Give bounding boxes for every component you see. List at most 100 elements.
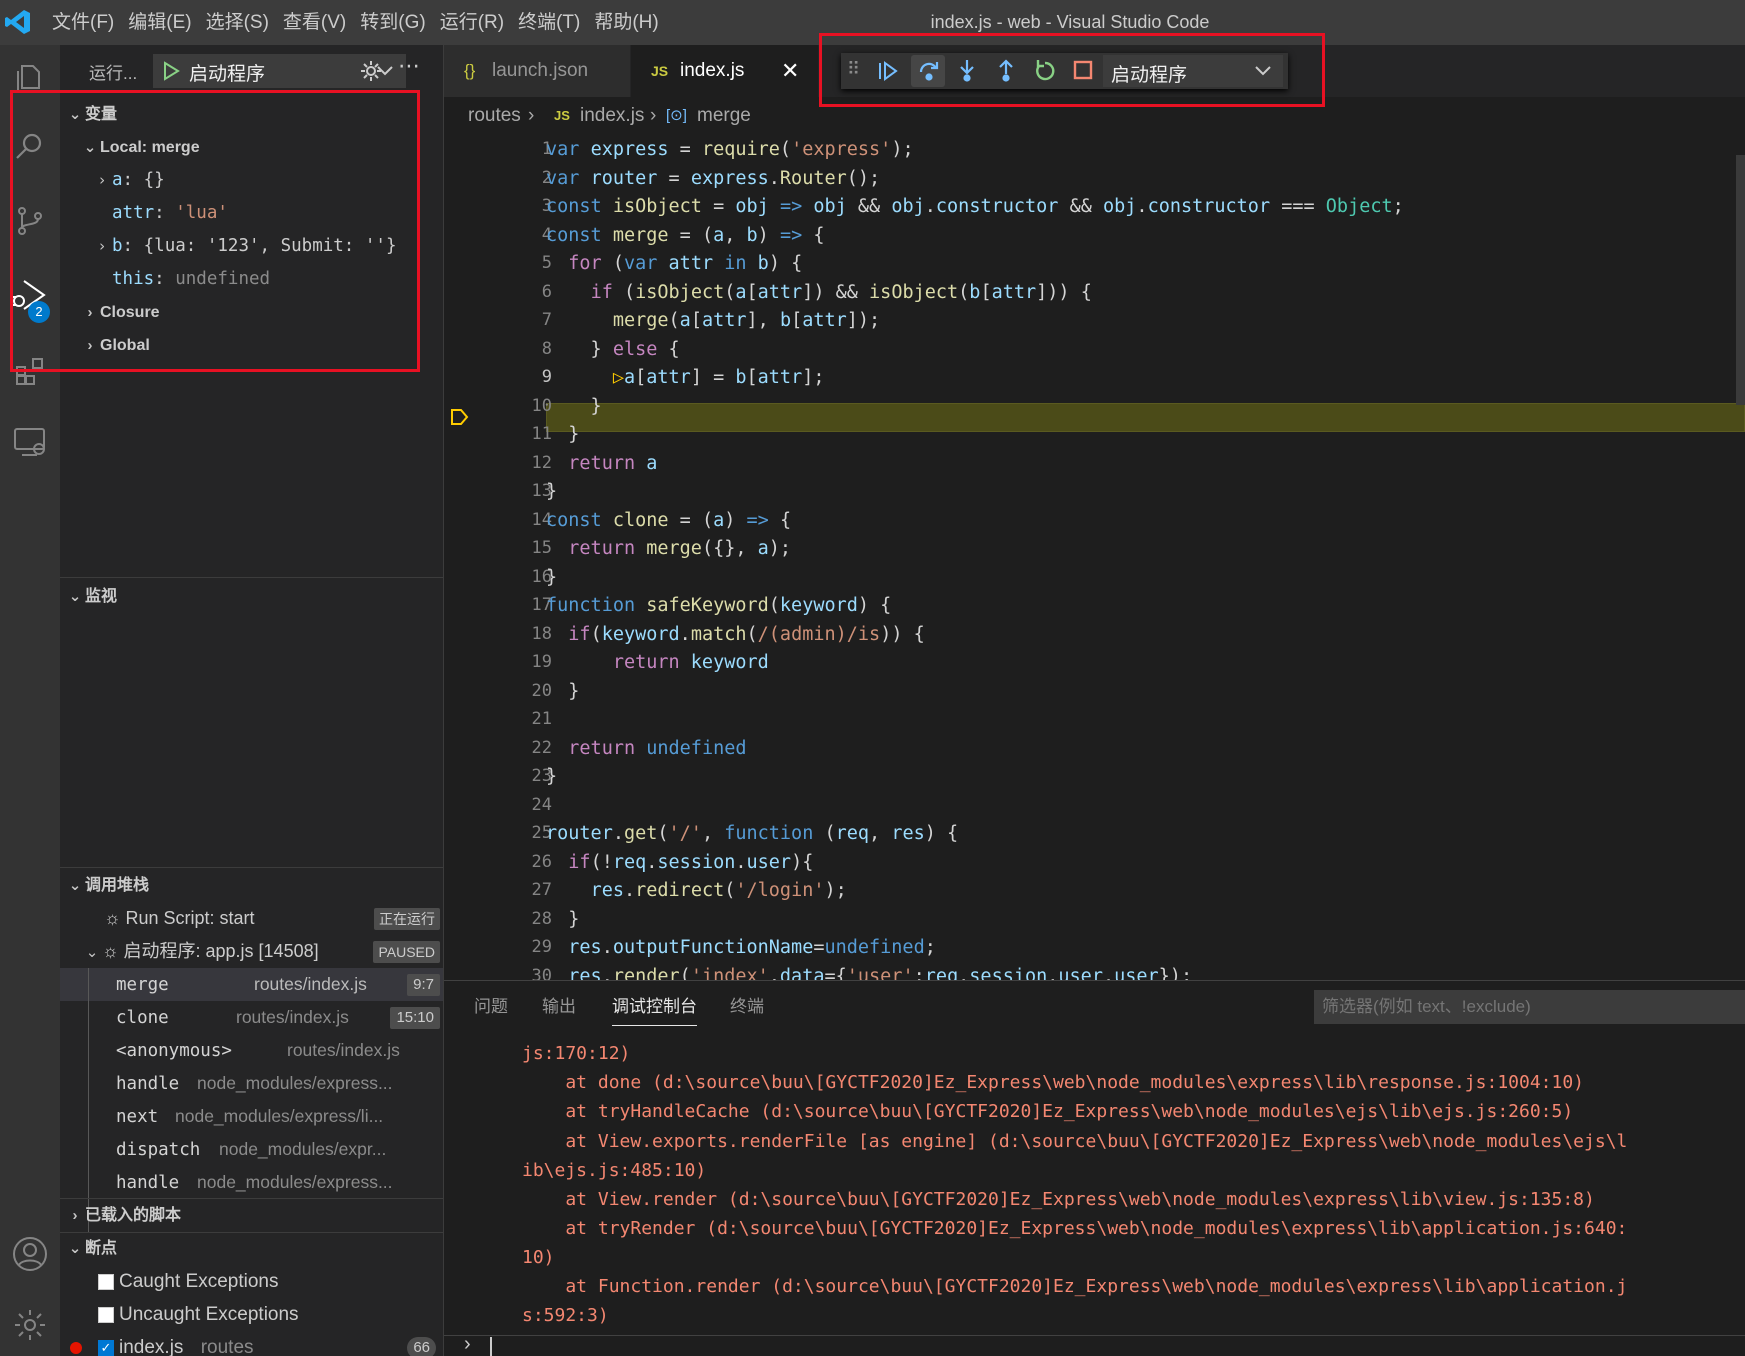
chevron-right-icon: › — [72, 1207, 78, 1224]
stack-frame[interactable]: next node_modules/express/li... — [116, 1100, 440, 1133]
frame-function: next — [116, 1107, 159, 1127]
tab-problems[interactable]: 问题 — [474, 981, 508, 1033]
code-line: var express = require('express'); — [546, 139, 914, 160]
console-line: at Function.render (d:\source\buu\[GYCTF… — [522, 1276, 1628, 1297]
menu-help[interactable]: 帮助(H) — [594, 0, 670, 45]
line-number: 17 — [531, 595, 552, 615]
watch-section-header[interactable]: ⌄ 监视 — [60, 581, 444, 613]
menu-selection[interactable]: 选择(S) — [206, 0, 281, 45]
filter-input[interactable] — [1314, 990, 1745, 1024]
console-line: at done (d:\source\buu\[GYCTF2020]Ez_Exp… — [522, 1072, 1585, 1093]
session-name: Run Script: start — [125, 908, 255, 928]
symbol-variable-icon: [⊙] — [666, 107, 687, 124]
line-number: 10 — [531, 395, 552, 416]
line-number: 5 — [541, 253, 552, 273]
frame-file: routes/index.js — [236, 1007, 349, 1027]
code-line: const clone = (a) => { — [546, 510, 792, 531]
line-number: 22 — [531, 737, 552, 758]
code-line: return undefined — [568, 738, 747, 759]
line-number: 21 — [531, 709, 552, 729]
menu-view[interactable]: 查看(V) — [283, 0, 358, 45]
checkbox[interactable] — [98, 1273, 114, 1290]
stack-frame[interactable]: handle node_modules/express... — [116, 1067, 440, 1100]
tab-index-js[interactable]: JS index.js ✕ — [631, 45, 818, 97]
stack-frame[interactable]: merge routes/index.js 9:7 — [116, 968, 440, 1001]
start-debugging-icon[interactable] — [161, 61, 181, 81]
remote-explorer-icon[interactable] — [6, 418, 54, 466]
line-number: 15 — [531, 538, 552, 558]
console-line: at View.exports.renderFile [as engine] (… — [522, 1131, 1628, 1152]
breakpoint-uncaught-exceptions[interactable]: Uncaught Exceptions — [98, 1298, 299, 1331]
line-number: 27 — [531, 880, 552, 900]
tab-debug-console[interactable]: 调试控制台 — [612, 988, 697, 1026]
stack-frame[interactable]: <anonymous> routes/index.js — [116, 1034, 440, 1067]
menu-run[interactable]: 运行(R) — [440, 0, 516, 45]
breakpoints-title: 断点 — [85, 1240, 118, 1257]
checkbox[interactable] — [98, 1306, 114, 1323]
close-icon[interactable]: ✕ — [781, 45, 799, 97]
console-line: at View.render (d:\source\buu\[GYCTF2020… — [522, 1189, 1595, 1210]
account-icon[interactable] — [6, 1230, 54, 1278]
line-number: 8 — [541, 338, 552, 359]
breadcrumb-symbol[interactable]: merge — [697, 97, 751, 135]
menu-edit[interactable]: 编辑(E) — [128, 0, 203, 45]
vscode-logo-icon — [5, 10, 30, 34]
stack-frame[interactable]: dispatch node_modules/expr... — [116, 1133, 440, 1166]
checkbox[interactable]: ✓ — [98, 1339, 114, 1356]
line-number: 16 — [531, 566, 552, 587]
frame-position-badge: 9:7 — [407, 974, 440, 996]
callstack-section-header[interactable]: ⌄ 调用堆栈 — [60, 870, 444, 902]
breakpoint-caught-exceptions[interactable]: Caught Exceptions — [98, 1265, 279, 1298]
session-launch[interactable]: ⌄ ☼ 启动程序: app.js [14508] PAUSED — [82, 935, 440, 968]
annotation-box-debug-toolbar — [819, 33, 1325, 107]
menu-file[interactable]: 文件(F) — [52, 0, 126, 45]
code-line: if (isObject(a[attr]) && isObject(b[attr… — [590, 282, 1092, 303]
menu-terminal[interactable]: 终端(T) — [518, 0, 592, 45]
tab-terminal[interactable]: 终端 — [730, 981, 764, 1033]
session-run-script[interactable]: ☼ Run Script: start 正在运行 — [104, 902, 440, 935]
chevron-right-icon: › — [650, 105, 657, 126]
line-number: 14 — [531, 509, 552, 530]
open-launch-json-gear-icon[interactable] — [359, 59, 383, 83]
breakpoint-index-js[interactable]: ✓ index.js routes 66 — [70, 1331, 436, 1356]
line-number: 7 — [541, 310, 552, 330]
frame-file: routes/index.js — [254, 974, 367, 994]
vertical-scrollbar[interactable] — [1736, 155, 1745, 405]
stack-frame[interactable]: clone routes/index.js 15:10 — [116, 1001, 440, 1034]
menu-go[interactable]: 转到(G) — [360, 0, 437, 45]
code-line: return a — [568, 453, 658, 474]
code-line: router.get('/', function (req, res) { — [546, 823, 959, 844]
code-line: return merge({}, a); — [568, 538, 792, 559]
run-label: 运行... — [89, 64, 138, 83]
divider — [60, 867, 444, 868]
console-line: at tryHandleCache (d:\source\buu\[GYCTF2… — [522, 1101, 1574, 1122]
frame-function: clone — [116, 1008, 169, 1028]
code-line: } — [546, 766, 558, 787]
code-line: res.outputFunctionName=undefined; — [568, 937, 936, 958]
line-number: 4 — [541, 224, 552, 245]
breakpoints-section-header[interactable]: ⌄ 断点 — [60, 1233, 444, 1265]
line-number: 11 — [531, 424, 552, 444]
code-line: var router = express.Router(); — [546, 168, 881, 189]
console-line: js:170:12) — [522, 1043, 631, 1064]
breadcrumb-file[interactable]: index.js — [580, 97, 644, 135]
more-actions-icon[interactable]: ⋯ — [398, 53, 420, 79]
annotation-box-variables — [10, 90, 420, 372]
loaded-scripts-section-header[interactable]: › 已载入的脚本 — [60, 1200, 444, 1232]
breadcrumb-folder[interactable]: routes — [468, 97, 521, 135]
line-number: 23 — [531, 766, 552, 786]
stack-frame[interactable]: handle node_modules/express... — [116, 1166, 440, 1199]
session-status-badge: PAUSED — [373, 941, 440, 963]
tree-indent-guide — [88, 968, 89, 1233]
tab-output[interactable]: 输出 — [542, 981, 576, 1033]
tab-launch-json[interactable]: {} launch.json — [444, 45, 630, 97]
session-status-badge: 正在运行 — [374, 908, 440, 930]
settings-gear-icon[interactable] — [6, 1301, 54, 1349]
console-input[interactable] — [490, 1337, 492, 1356]
line-number: 2 — [541, 167, 552, 188]
breakpoint-path: routes — [200, 1337, 254, 1356]
line-number: 9 — [541, 367, 552, 387]
tab-label: index.js — [680, 60, 745, 81]
line-number: 28 — [531, 908, 552, 929]
frame-function: handle — [116, 1173, 180, 1193]
